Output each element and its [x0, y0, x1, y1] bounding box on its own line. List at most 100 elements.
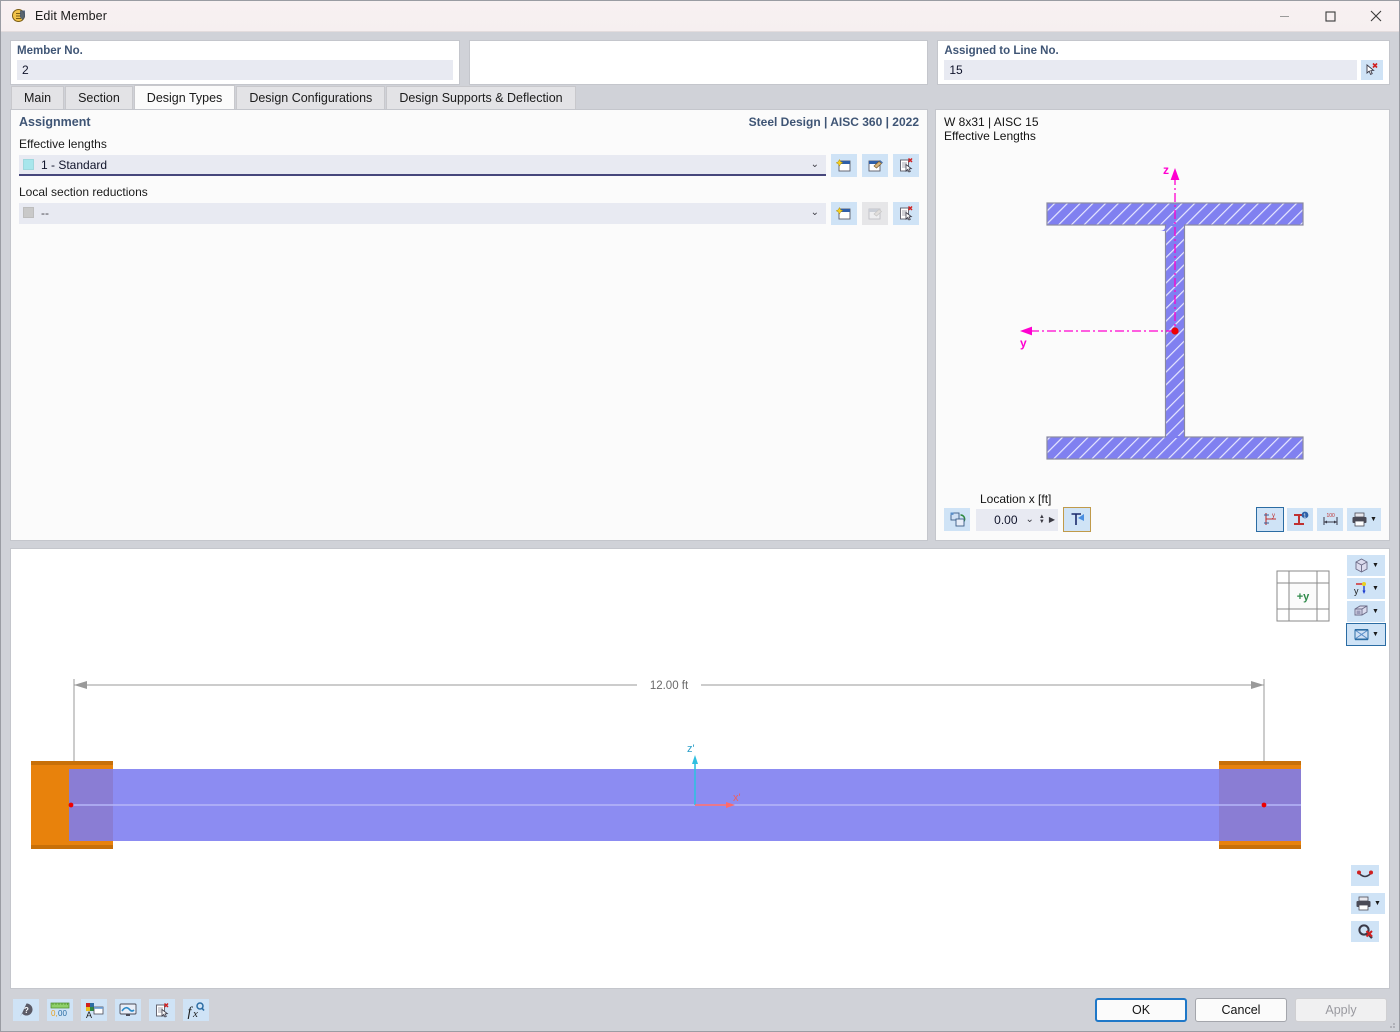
cancel-button[interactable]: Cancel	[1195, 998, 1287, 1022]
member-comment-card	[468, 40, 929, 85]
edit-member-dialog: Edit Member Member No. Assigned to Line …	[0, 0, 1400, 1032]
axis-z-label-text: z'	[687, 743, 695, 755]
tab-design-configurations[interactable]: Design Configurations	[236, 86, 386, 109]
location-x-spinbox[interactable]: 0.00 ⌄ ▲ ▼ ▶	[976, 508, 1058, 531]
next-location-icon[interactable]: ▶	[1047, 515, 1055, 524]
chevron-down-icon[interactable]: ▼	[1372, 585, 1379, 592]
show-axes-icon[interactable]: y	[1256, 507, 1284, 532]
assignment-title: Assignment	[19, 115, 91, 129]
svg-text:0,: 0,	[51, 1009, 58, 1018]
assignment-pane: Assignment Steel Design | AISC 360 | 202…	[10, 109, 928, 541]
print-section-icon[interactable]: ▼	[1347, 508, 1381, 531]
new-section-reduction-button[interactable]	[831, 202, 857, 225]
assigned-line-label: Assigned to Line No.	[944, 45, 1059, 57]
tab-main[interactable]: Main	[11, 86, 65, 109]
assigned-line-input[interactable]	[944, 60, 1357, 80]
swap-view-icon[interactable]	[944, 508, 970, 531]
effective-lengths-field: Effective lengths 1 - Standard ⌄	[11, 129, 927, 177]
dialog-buttons: OK Cancel Apply	[1095, 998, 1387, 1022]
chevron-down-icon[interactable]: ▼	[1372, 631, 1379, 638]
axis-orientation-button[interactable]: y ▼	[1347, 578, 1385, 599]
select-line-icon[interactable]	[1361, 60, 1383, 80]
section-preview-pane: W 8x31 | AISC 15 Effective Lengths z y L…	[935, 109, 1390, 541]
axis-x-label-text: x'	[733, 792, 741, 804]
assigned-line-card: Assigned to Line No.	[937, 40, 1390, 85]
tab-design-types[interactable]: Design Types	[133, 85, 236, 109]
show-dimensions-icon[interactable]: 100	[1317, 508, 1343, 531]
chevron-down-icon[interactable]: ▼	[1374, 900, 1381, 907]
delete-entry-button[interactable]	[149, 999, 175, 1021]
display-model-button[interactable]: ▼	[1346, 623, 1386, 646]
stepper-down-icon[interactable]: ▼	[1039, 519, 1045, 525]
minimize-button[interactable]	[1261, 1, 1307, 32]
svg-text:100: 100	[1326, 513, 1335, 519]
close-button[interactable]	[1353, 1, 1399, 32]
section-properties-icon[interactable]: 1	[1287, 508, 1313, 531]
chevron-down-icon[interactable]: ▼	[1372, 608, 1379, 615]
section-canvas[interactable]: z y	[936, 143, 1389, 498]
delete-effective-length-button[interactable]	[893, 154, 919, 177]
svg-text:1: 1	[1303, 513, 1306, 519]
print-view-button[interactable]: ▼	[1351, 893, 1385, 914]
units-button[interactable]: 0, 00	[47, 999, 73, 1021]
display-properties-button[interactable]: A	[81, 999, 107, 1021]
delete-section-reduction-button[interactable]	[893, 202, 919, 225]
member-no-input[interactable]	[17, 60, 453, 80]
view-mode-button[interactable]: ▼	[1347, 555, 1385, 576]
member-no-label: Member No.	[17, 45, 83, 57]
location-x-value: 0.00	[994, 512, 1018, 527]
svg-text:00: 00	[58, 1009, 67, 1018]
member-no-card: Member No.	[10, 40, 460, 85]
edit-section-reduction-button	[862, 202, 888, 225]
svg-text:?: ?	[24, 1006, 29, 1015]
section-name: W 8x31 | AISC 15	[944, 115, 1039, 129]
design-standard-label: Steel Design | AISC 360 | 2022	[748, 115, 919, 129]
chevron-down-icon[interactable]: ⌄	[1023, 514, 1037, 525]
viewport-bottom-toolbar: ▼	[1351, 865, 1385, 942]
local-section-reductions-field: Local section reductions -- ⌄	[11, 177, 927, 225]
ok-button[interactable]: OK	[1095, 998, 1187, 1022]
navcube-label-text: +y	[1297, 591, 1310, 603]
new-effective-length-button[interactable]	[831, 154, 857, 177]
svg-text:y: y	[1020, 336, 1027, 350]
location-x-label: Location x [ft]	[980, 492, 1052, 506]
reset-zoom-button[interactable]	[1351, 921, 1379, 942]
view-settings-button[interactable]	[115, 999, 141, 1021]
viewport-toolbar: ▼ y ▼ ▼ ▼	[1346, 555, 1386, 646]
tab-section[interactable]: Section	[65, 86, 133, 109]
window-controls	[1261, 1, 1399, 32]
location-x-stepper[interactable]: ▲ ▼	[1037, 514, 1047, 525]
help-button[interactable]: ?	[13, 999, 39, 1021]
svg-text:A: A	[86, 1010, 92, 1019]
section-subtitle: Effective Lengths	[944, 128, 1036, 143]
effective-lengths-color-swatch	[23, 159, 34, 170]
status-bar: ? 0, 00 A f x OK Cancel Apply	[1, 989, 1399, 1031]
effective-lengths-combo[interactable]: 1 - Standard ⌄	[19, 155, 826, 176]
tab-design-supports-deflection[interactable]: Design Supports & Deflection	[386, 86, 576, 109]
local-section-reductions-value: --	[41, 205, 49, 220]
effective-lengths-label: Effective lengths	[19, 137, 107, 151]
effective-lengths-value: 1 - Standard	[41, 157, 108, 172]
svg-text:z: z	[1163, 163, 1169, 177]
member-icon	[11, 8, 27, 24]
section-caption: W 8x31 | AISC 15 Effective Lengths	[936, 110, 1389, 143]
chevron-down-icon[interactable]: ▼	[1370, 516, 1377, 523]
formula-button[interactable]: f x	[183, 999, 209, 1021]
edit-effective-length-button[interactable]	[862, 154, 888, 177]
section-display-icon[interactable]	[1063, 507, 1091, 532]
render-style-button[interactable]: ▼	[1347, 601, 1385, 622]
assignment-header: Assignment Steel Design | AISC 360 | 202…	[11, 110, 927, 129]
model-viewport[interactable]: 12.00 ft z' x' +y ▼ y ▼ ▼ ▼ ▼	[10, 548, 1390, 989]
upper-panes: Assignment Steel Design | AISC 360 | 202…	[1, 109, 1399, 541]
navigation-cube[interactable]: +y	[1275, 569, 1331, 623]
chevron-down-icon[interactable]: ▼	[1372, 562, 1379, 569]
chevron-down-icon[interactable]: ⌄	[811, 159, 819, 170]
view-points-button[interactable]	[1351, 865, 1379, 886]
maximize-button[interactable]	[1307, 1, 1353, 32]
title-bar: Edit Member	[1, 1, 1399, 32]
svg-text:y: y	[1272, 513, 1275, 519]
window-title: Edit Member	[35, 9, 107, 23]
resize-grip[interactable]	[1386, 1019, 1396, 1029]
chevron-down-icon[interactable]: ⌄	[811, 207, 819, 218]
local-section-reductions-combo[interactable]: -- ⌄	[19, 203, 826, 224]
